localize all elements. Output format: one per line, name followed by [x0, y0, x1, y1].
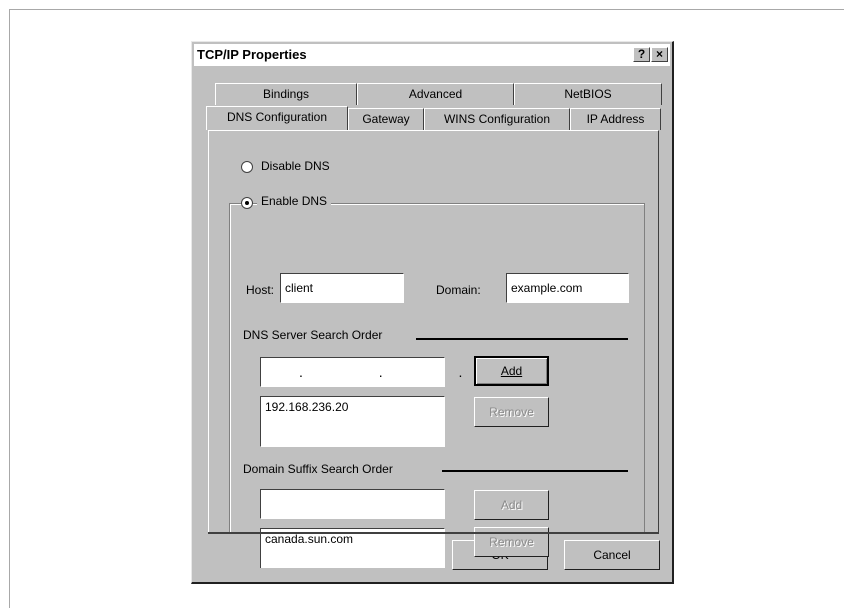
section-divider	[442, 470, 628, 472]
radio-selected-dot	[245, 201, 249, 205]
title-bar: TCP/IP Properties ? ×	[194, 44, 670, 66]
dns-server-ip-input[interactable]: . . .	[260, 357, 462, 387]
dns-configuration-panel: Disable DNS Enable DNS Host: client Doma…	[208, 130, 659, 568]
tab-bindings[interactable]: Bindings	[215, 83, 357, 105]
close-button[interactable]: ×	[651, 47, 668, 62]
add-button-label: Add	[500, 364, 523, 378]
enable-dns-radio[interactable]	[241, 197, 253, 209]
tab-dns-configuration[interactable]: DNS Configuration	[206, 106, 348, 130]
dialog-title: TCP/IP Properties	[197, 47, 307, 62]
cancel-button[interactable]: Cancel	[564, 540, 660, 570]
tcpip-properties-dialog: TCP/IP Properties ? × Bindings Advanced …	[191, 41, 674, 584]
tab-gateway[interactable]: Gateway	[348, 108, 424, 130]
ip-address-dots: . . .	[299, 364, 499, 380]
domain-input[interactable]: example.com	[506, 273, 629, 303]
domain-suffix-search-order-label: Domain Suffix Search Order	[243, 462, 393, 476]
domain-suffix-input[interactable]	[260, 489, 445, 519]
disable-dns-label: Disable DNS	[261, 159, 330, 173]
remove-dns-server-button[interactable]: Remove	[474, 397, 549, 427]
dns-server-list[interactable]: 192.168.236.20	[260, 396, 445, 447]
tab-ip-address[interactable]: IP Address	[570, 108, 661, 130]
domain-label: Domain:	[436, 283, 481, 297]
host-input[interactable]: client	[280, 273, 404, 303]
tab-wins-configuration[interactable]: WINS Configuration	[424, 108, 570, 130]
section-divider	[416, 338, 628, 340]
tab-netbios[interactable]: NetBIOS	[514, 83, 662, 105]
dns-server-search-order-label: DNS Server Search Order	[243, 328, 383, 342]
tab-advanced[interactable]: Advanced	[357, 83, 514, 105]
list-item[interactable]: canada.sun.com	[265, 532, 440, 546]
host-label: Host:	[246, 283, 275, 297]
panel-bottom-edge	[208, 532, 659, 534]
add-dns-server-button[interactable]: Add	[474, 356, 549, 386]
help-button[interactable]: ?	[633, 47, 650, 62]
add-domain-suffix-button[interactable]: Add	[474, 490, 549, 520]
list-item[interactable]: 192.168.236.20	[265, 400, 440, 414]
enable-dns-label: Enable DNS	[257, 194, 332, 208]
disable-dns-radio[interactable]	[241, 161, 253, 173]
domain-suffix-list[interactable]: canada.sun.com	[260, 528, 445, 568]
